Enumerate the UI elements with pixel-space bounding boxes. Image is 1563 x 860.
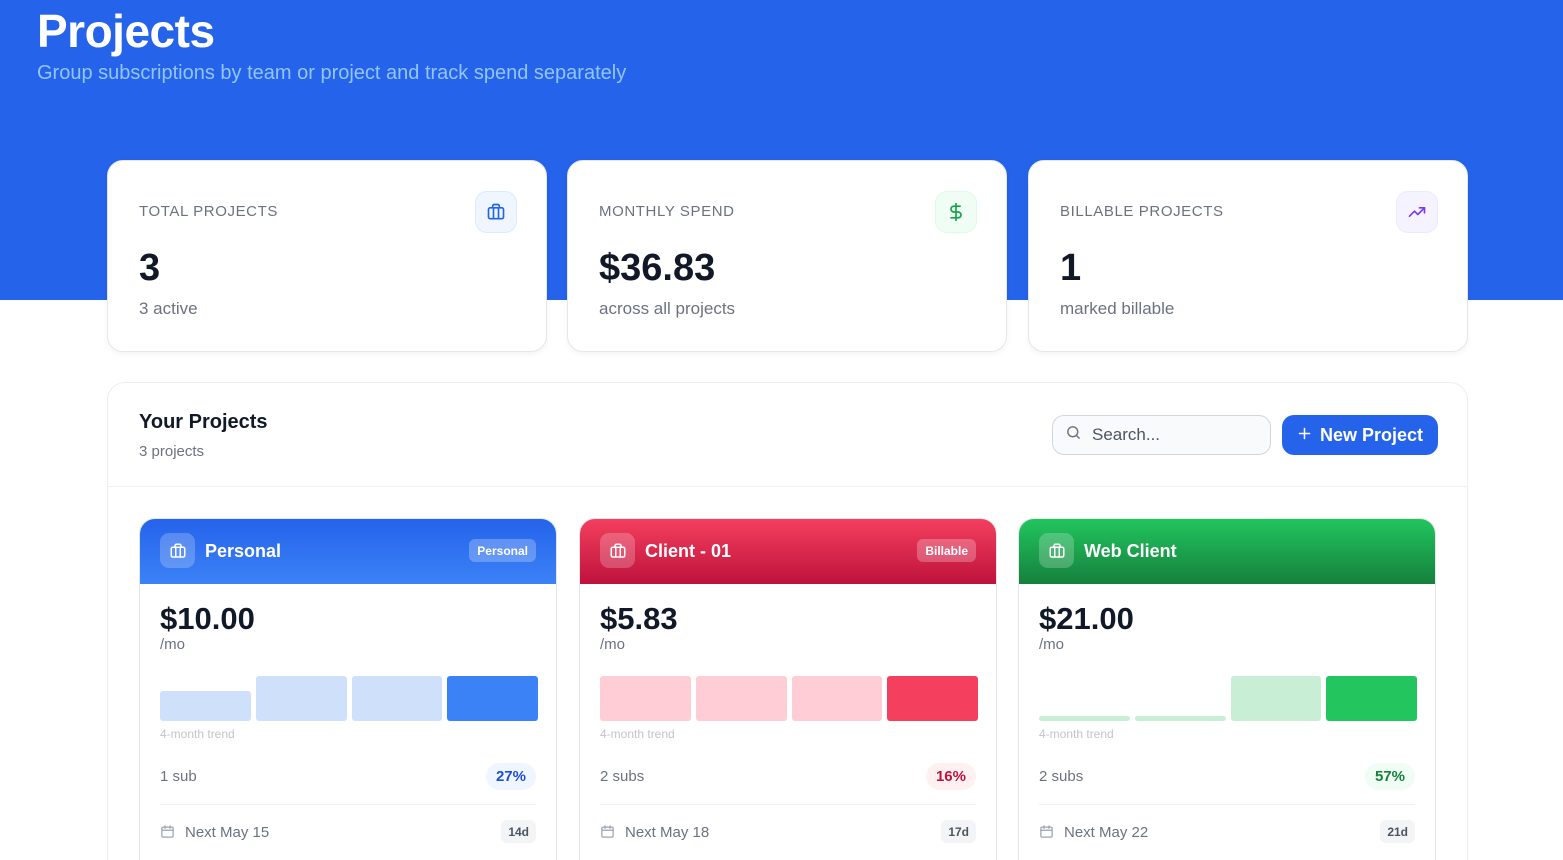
page-subtitle: Group subscriptions by team or project a… (37, 62, 627, 84)
subscription-count: 1 sub (160, 768, 197, 785)
trend-bar (447, 676, 538, 721)
stat-note: across all projects (599, 299, 736, 318)
trend-bar (1134, 716, 1226, 721)
panel-title: Your Projects (139, 411, 268, 433)
calendar-icon (1039, 824, 1054, 844)
divider (600, 804, 976, 805)
search-icon (1065, 424, 1082, 446)
project-card-personal[interactable]: Personal Personal $10.00 /mo 4-month tre… (139, 518, 557, 860)
project-tag: Personal (469, 539, 536, 562)
next-renewal: Next May 15 (185, 824, 270, 841)
trend-chart (600, 675, 978, 721)
project-price: $21.00 (1039, 601, 1134, 636)
divider (160, 804, 536, 805)
trend-label: 4-month trend (160, 727, 235, 741)
stat-label: MONTHLY SPEND (599, 203, 735, 220)
trend-bar (600, 676, 691, 721)
project-count: 3 projects (139, 443, 205, 460)
project-name: Personal (205, 541, 282, 561)
subscription-count: 2 subs (600, 768, 645, 785)
project-name: Client - 01 (645, 541, 732, 561)
plus-icon (1297, 425, 1312, 446)
project-card-header: Personal Personal (140, 519, 556, 584)
trend-label: 4-month trend (1039, 727, 1114, 741)
trend-bar (695, 676, 787, 721)
stat-label: BILLABLE PROJECTS (1060, 203, 1224, 220)
price-period: /mo (1039, 636, 1065, 653)
stat-note: 3 active (139, 299, 198, 318)
briefcase-icon (160, 533, 195, 568)
new-project-label: New Project (1319, 424, 1424, 445)
stat-value: $36.83 (599, 247, 716, 289)
spend-percent-badge: 27% (485, 763, 536, 790)
calendar-icon (600, 824, 615, 844)
next-renewal: Next May 22 (1064, 824, 1149, 841)
subscription-count: 2 subs (1039, 768, 1084, 785)
trend-chart (1039, 675, 1417, 721)
project-card-header: Client - 01 Billable (580, 519, 996, 584)
stat-card-total-projects: TOTAL PROJECTS 3 3 active (107, 160, 547, 352)
trending-up-icon (1396, 191, 1438, 233)
trend-bar (1326, 676, 1417, 721)
divider (108, 486, 1467, 487)
new-project-button[interactable]: New Project (1282, 415, 1438, 455)
stat-card-monthly-spend: MONTHLY SPEND $36.83 across all projects (567, 160, 1007, 352)
trend-bar (887, 676, 978, 721)
price-period: /mo (600, 636, 626, 653)
calendar-icon (160, 824, 175, 844)
search-input[interactable] (1092, 425, 1252, 445)
trend-bar (791, 676, 883, 721)
stat-label: TOTAL PROJECTS (139, 203, 278, 220)
stat-value: 3 (139, 247, 161, 289)
days-until-badge: 17d (941, 820, 976, 843)
page-title: Projects (37, 5, 215, 57)
price-period: /mo (160, 636, 186, 653)
trend-bar (160, 691, 251, 721)
trend-bar (1230, 676, 1322, 721)
spend-percent-badge: 16% (925, 763, 976, 790)
trend-label: 4-month trend (600, 727, 675, 741)
dollar-icon (935, 191, 977, 233)
project-price: $10.00 (160, 601, 255, 636)
briefcase-icon (475, 191, 517, 233)
spend-percent-badge: 57% (1364, 763, 1415, 790)
briefcase-icon (600, 533, 635, 568)
project-tag: Billable (917, 539, 976, 562)
stat-card-billable-projects: BILLABLE PROJECTS 1 marked billable (1028, 160, 1468, 352)
project-card-header: Web Client (1019, 519, 1435, 584)
days-until-badge: 21d (1380, 820, 1415, 843)
project-name: Web Client (1084, 541, 1177, 561)
trend-bar (255, 676, 347, 721)
search-box[interactable] (1052, 415, 1271, 455)
stat-note: marked billable (1060, 299, 1175, 318)
divider (1039, 804, 1415, 805)
trend-bar (351, 676, 443, 721)
trend-chart (160, 675, 538, 721)
next-renewal: Next May 18 (625, 824, 710, 841)
trend-bar (1039, 716, 1130, 721)
project-price: $5.83 (600, 601, 678, 636)
days-until-badge: 14d (501, 820, 536, 843)
briefcase-icon (1039, 533, 1074, 568)
project-card-client-01[interactable]: Client - 01 Billable $5.83 /mo 4-month t… (579, 518, 997, 860)
stat-value: 1 (1060, 247, 1082, 289)
project-card-web-client[interactable]: Web Client $21.00 /mo 4-month trend 2 su… (1018, 518, 1436, 860)
